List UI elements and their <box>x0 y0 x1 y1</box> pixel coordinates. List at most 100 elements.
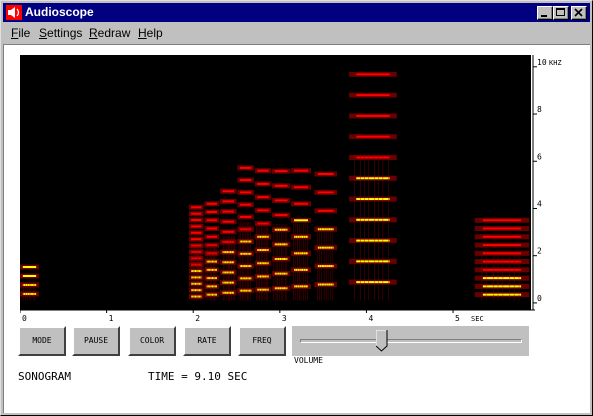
volume-track[interactable] <box>300 339 522 343</box>
harmonic-core <box>206 235 217 238</box>
harmonic-core <box>482 244 522 247</box>
harmonic-core <box>356 198 390 201</box>
harmonic-core <box>294 202 309 205</box>
harmonic-core <box>257 182 269 185</box>
app-window: Audioscope File Settings Redraw Help 0 1 2… <box>0 0 593 416</box>
work-area: 0 1 2 3 4 5 SEC 0 2 4 6 8 10 KHZ MODE PAUSE COLOR RAT… <box>3 44 590 413</box>
y-tick-label: 0 <box>537 294 542 303</box>
close-icon <box>574 8 583 17</box>
y-tick-label: 6 <box>537 152 542 161</box>
harmonic-core <box>191 219 202 222</box>
title-bar[interactable]: Audioscope <box>3 3 590 22</box>
harmonic-core <box>239 179 252 182</box>
harmonic-core <box>317 246 334 249</box>
harmonic-core <box>482 277 522 280</box>
harmonic-core <box>239 203 252 206</box>
harmonic-core <box>222 200 235 203</box>
maximize-button[interactable] <box>553 6 569 20</box>
harmonic-core <box>482 227 522 230</box>
harmonic-core <box>356 260 390 263</box>
harmonic-core <box>294 169 309 172</box>
x-tick-label: 4 <box>368 314 373 323</box>
time-status: TIME = 9.10 SEC <box>148 370 248 383</box>
menu-file[interactable]: File <box>11 26 30 40</box>
harmonic-core <box>317 209 334 212</box>
x-tick-label: 5 <box>455 314 460 323</box>
y-tick-label: 8 <box>537 105 542 114</box>
y-unit-label: KHZ <box>549 59 562 67</box>
harmonic-core <box>317 265 334 268</box>
window-title: Audioscope <box>25 5 94 19</box>
speaker-icon[interactable] <box>6 5 22 20</box>
volume-thumb[interactable] <box>376 330 388 352</box>
harmonic-core <box>257 169 269 172</box>
menu-settings-label: ettings <box>47 26 83 40</box>
harmonic-core <box>206 211 217 214</box>
y-tick-label: 2 <box>537 247 542 256</box>
harmonic-core <box>274 170 288 173</box>
x-tick-label: 3 <box>282 314 287 323</box>
rate-button[interactable]: RATE <box>183 326 231 356</box>
color-button[interactable]: COLOR <box>128 326 176 356</box>
harmonic-core <box>317 173 334 175</box>
menu-redraw[interactable]: Redraw <box>89 26 130 40</box>
harmonic-core <box>356 73 390 76</box>
harmonic-core <box>222 210 235 213</box>
harmonic-core <box>317 191 334 194</box>
harmonic-core <box>274 214 288 217</box>
harmonic-core <box>191 231 202 234</box>
harmonic-core <box>222 230 235 233</box>
harmonic-core <box>274 184 288 187</box>
menu-settings[interactable]: Settings <box>39 26 82 40</box>
y-tick-label: 4 <box>537 199 542 208</box>
menu-redraw-label: edraw <box>97 26 131 40</box>
sonogram-event-10 <box>474 217 530 301</box>
harmonic-core <box>482 252 522 255</box>
harmonic-core <box>356 156 390 159</box>
menu-redraw-mnemonic: R <box>89 26 98 40</box>
harmonic-core <box>294 186 309 189</box>
harmonic-core <box>356 114 390 117</box>
harmonic-core <box>356 177 390 180</box>
sonogram-event-1 <box>188 204 204 301</box>
harmonic-core <box>191 225 202 228</box>
harmonic-core <box>191 206 202 209</box>
harmonic-core <box>356 135 390 138</box>
minimize-icon <box>541 15 547 17</box>
close-button[interactable] <box>571 6 587 20</box>
mode-button[interactable]: MODE <box>18 326 66 356</box>
harmonic-core <box>257 196 269 199</box>
mode-status: SONOGRAM <box>18 370 71 383</box>
harmonic-core <box>22 292 37 295</box>
pause-button[interactable]: PAUSE <box>72 326 120 356</box>
volume-slider[interactable] <box>292 326 529 356</box>
harmonic-core <box>356 281 390 284</box>
harmonic-core <box>191 212 202 215</box>
harmonic-core <box>239 215 252 218</box>
harmonic-core <box>206 227 217 230</box>
harmonic-core <box>239 166 252 169</box>
harmonic-core <box>239 191 252 194</box>
x-unit-label: SEC <box>471 315 484 323</box>
y-tick-label: 10 <box>537 58 547 67</box>
harmonic-core <box>206 202 217 205</box>
freq-button[interactable]: FREQ <box>238 326 286 356</box>
menu-help[interactable]: Help <box>138 26 163 40</box>
x-tick-label: 2 <box>195 314 200 323</box>
minimize-button[interactable] <box>537 6 553 20</box>
harmonic-core <box>22 266 37 269</box>
harmonic-core <box>482 293 522 296</box>
harmonic-core <box>317 283 334 286</box>
harmonic-core <box>257 209 269 212</box>
volume-label: VOLUME <box>294 356 323 365</box>
harmonic-core <box>482 219 522 222</box>
harmonic-core <box>356 239 390 242</box>
menu-settings-mnemonic: S <box>39 26 48 40</box>
harmonic-core <box>482 268 522 271</box>
harmonic-core <box>482 260 522 263</box>
harmonic-core <box>222 190 235 193</box>
x-tick-label: 0 <box>22 314 27 323</box>
sonogram-chart: 0 1 2 3 4 5 SEC 0 2 4 6 8 10 KHZ <box>20 55 562 323</box>
harmonic-core <box>274 199 288 202</box>
harmonic-core <box>206 219 217 222</box>
